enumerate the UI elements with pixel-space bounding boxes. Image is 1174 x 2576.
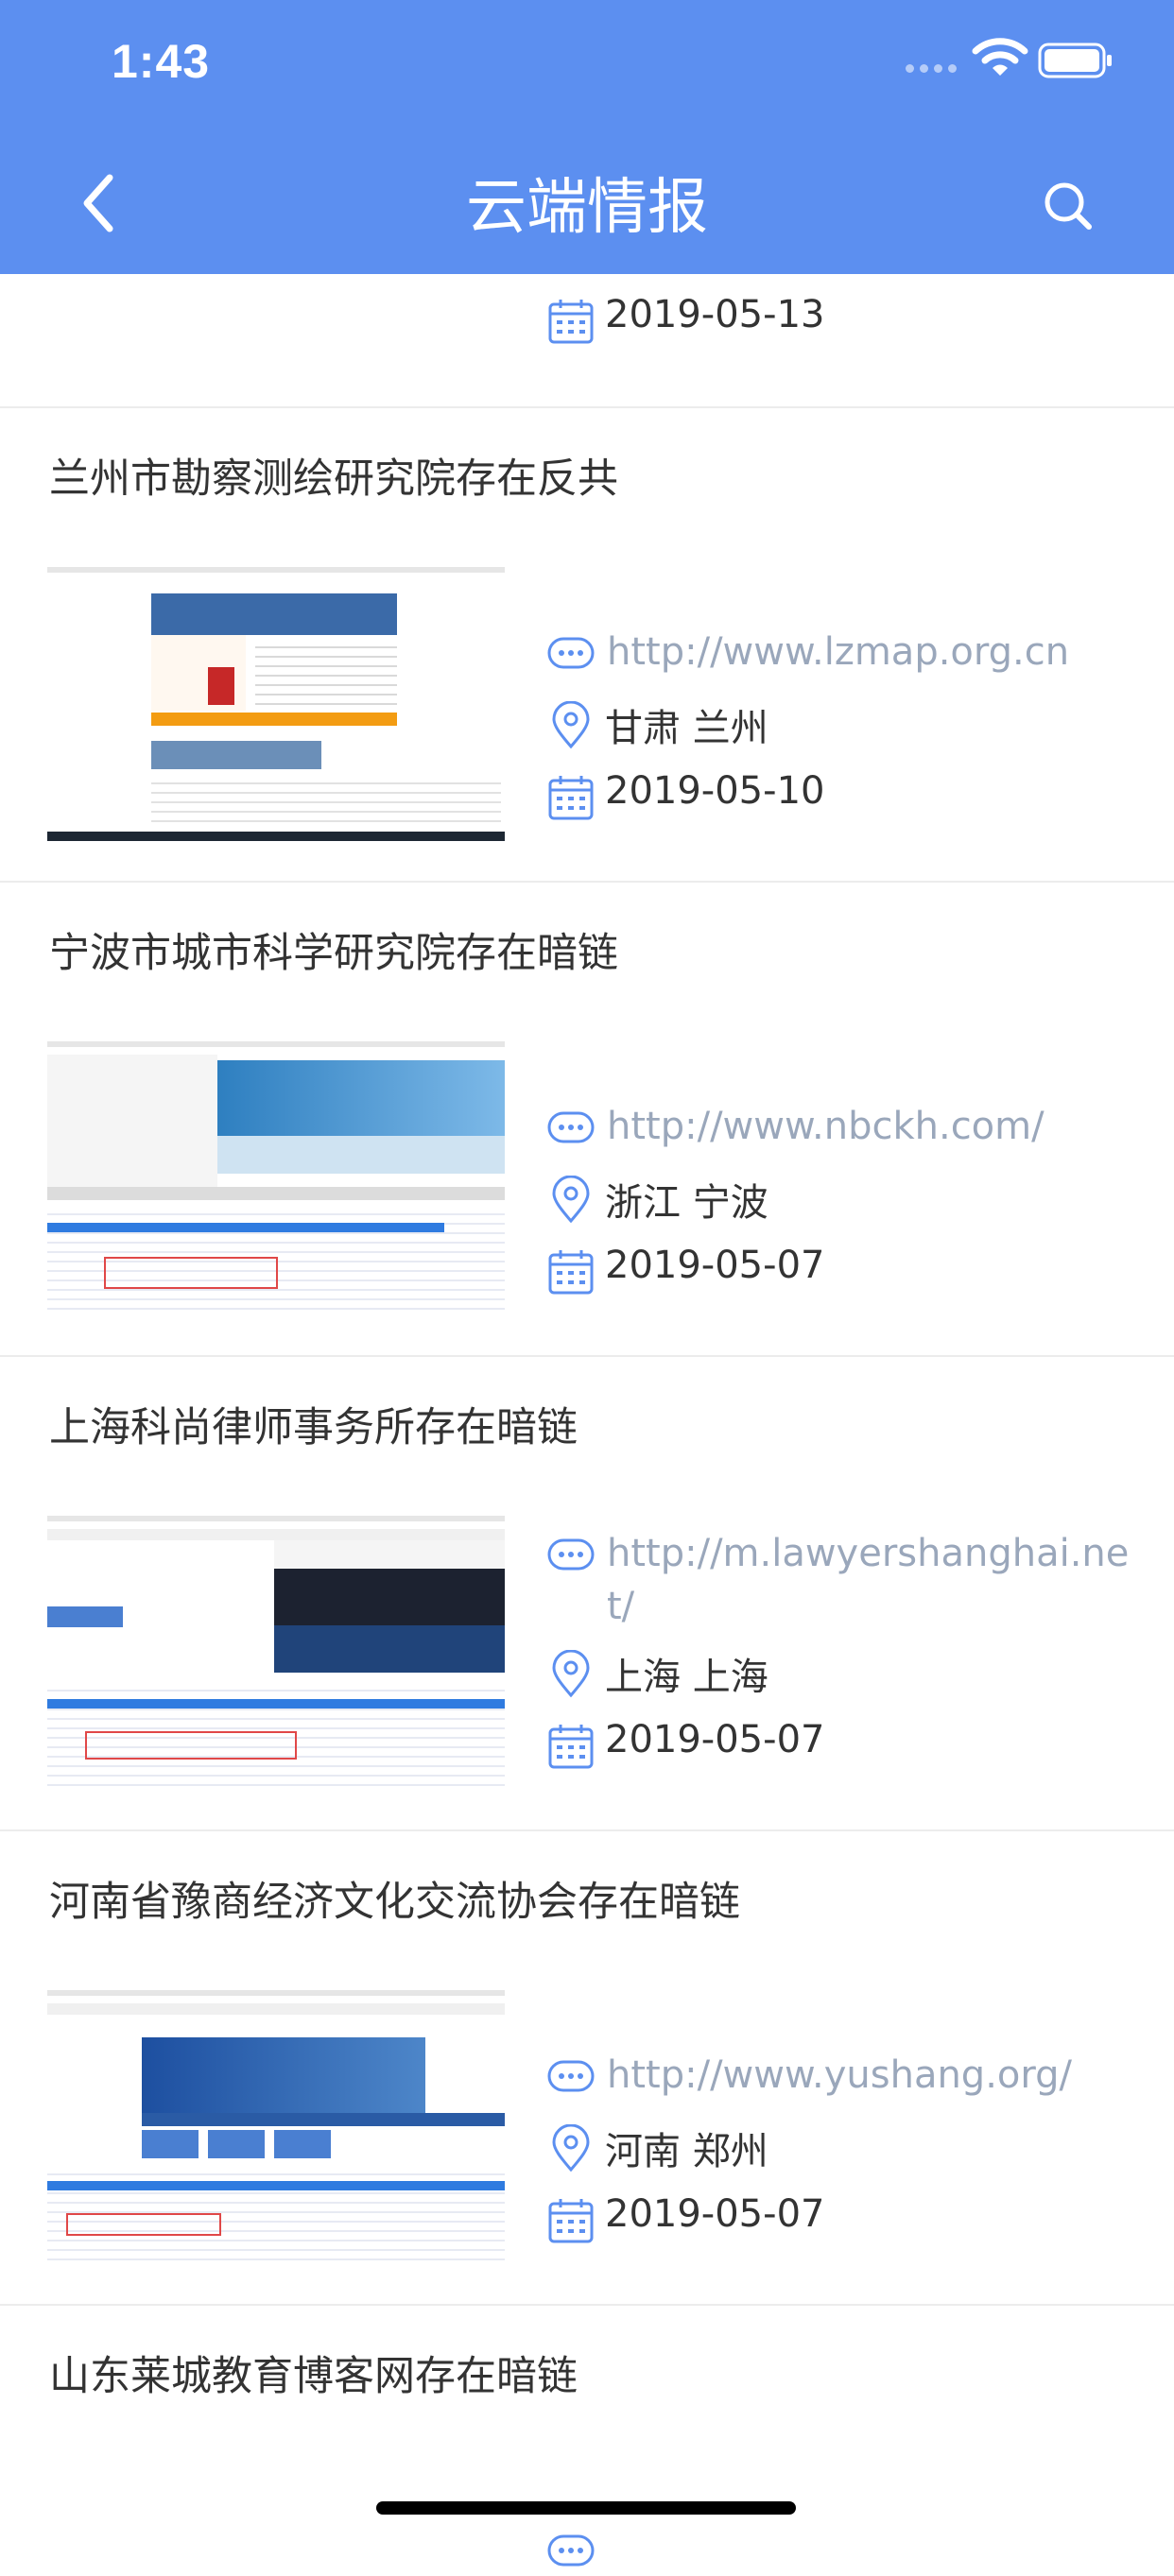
calendar-icon [548,1250,594,1295]
battery-icon [1038,43,1112,78]
link-icon [547,2534,595,2567]
list-item[interactable]: 兰州市勘察测绘研究院存在反共 http://www.lzmap.org.cn 甘… [0,408,1174,883]
item-thumbnail [47,567,505,841]
item-location: 河南 郑州 [605,2130,768,2173]
home-indicator[interactable] [376,2501,796,2515]
item-url[interactable]: http://m.lawyershanghai.net/ [607,1527,1136,1633]
location-pin-icon [552,2124,590,2172]
item-location: 浙江 宁波 [605,1181,768,1225]
item-date: 2019-05-13 [605,293,825,336]
calendar-icon [548,1725,594,1769]
link-icon [547,1538,595,1571]
calendar-icon [548,2199,594,2243]
list-item[interactable]: 上海科尚律师事务所存在暗链 http://m.lawyershanghai.ne… [0,1357,1174,1831]
item-date: 2019-05-10 [605,769,825,813]
item-title: 宁波市城市科学研究院存在暗链 [49,930,618,977]
item-title: 山东莱城教育博客网存在暗链 [49,2353,578,2400]
page-title: 云端情报 [466,173,708,243]
link-icon [547,1111,595,1143]
link-icon [547,637,595,669]
item-thumbnail [47,1516,505,1790]
item-date: 2019-05-07 [605,2192,825,2236]
wifi-icon [972,38,1028,76]
item-url[interactable]: http://www.nbckh.com/ [607,1100,1136,1153]
calendar-icon [548,776,594,820]
item-title: 兰州市勘察测绘研究院存在反共 [49,455,618,503]
item-date: 2019-05-07 [605,1718,825,1761]
list-item-partial[interactable]: 2019-05-13 [0,274,1174,408]
item-title: 上海科尚律师事务所存在暗链 [49,1404,578,1451]
list-item[interactable]: 河南省豫商经济文化交流协会存在暗链 http://www.yushang.org… [0,1831,1174,2306]
item-url[interactable]: http://www.lzmap.org.cn [607,626,1136,678]
nav-header: 1:43 云端情报 [0,0,1174,274]
location-pin-icon [552,1176,590,1224]
link-icon [547,2060,595,2092]
item-thumbnail [47,1041,505,1315]
location-pin-icon [552,1650,590,1698]
item-thumbnail [47,1990,505,2264]
cellular-signal-icon [906,59,962,77]
list-item[interactable]: 宁波市城市科学研究院存在暗链 http://www.nbckh.com/ 浙江 … [0,883,1174,1357]
item-location: 上海 上海 [605,1656,768,1699]
search-icon[interactable] [1040,178,1096,234]
item-location: 甘肃 兰州 [605,707,768,750]
status-time: 1:43 [112,35,211,88]
item-date: 2019-05-07 [605,1244,825,1287]
calendar-icon [548,300,594,344]
location-pin-icon [552,701,590,749]
item-title: 河南省豫商经济文化交流协会存在暗链 [49,1879,740,1926]
item-url[interactable]: http://www.yushang.org/ [607,2049,1136,2102]
